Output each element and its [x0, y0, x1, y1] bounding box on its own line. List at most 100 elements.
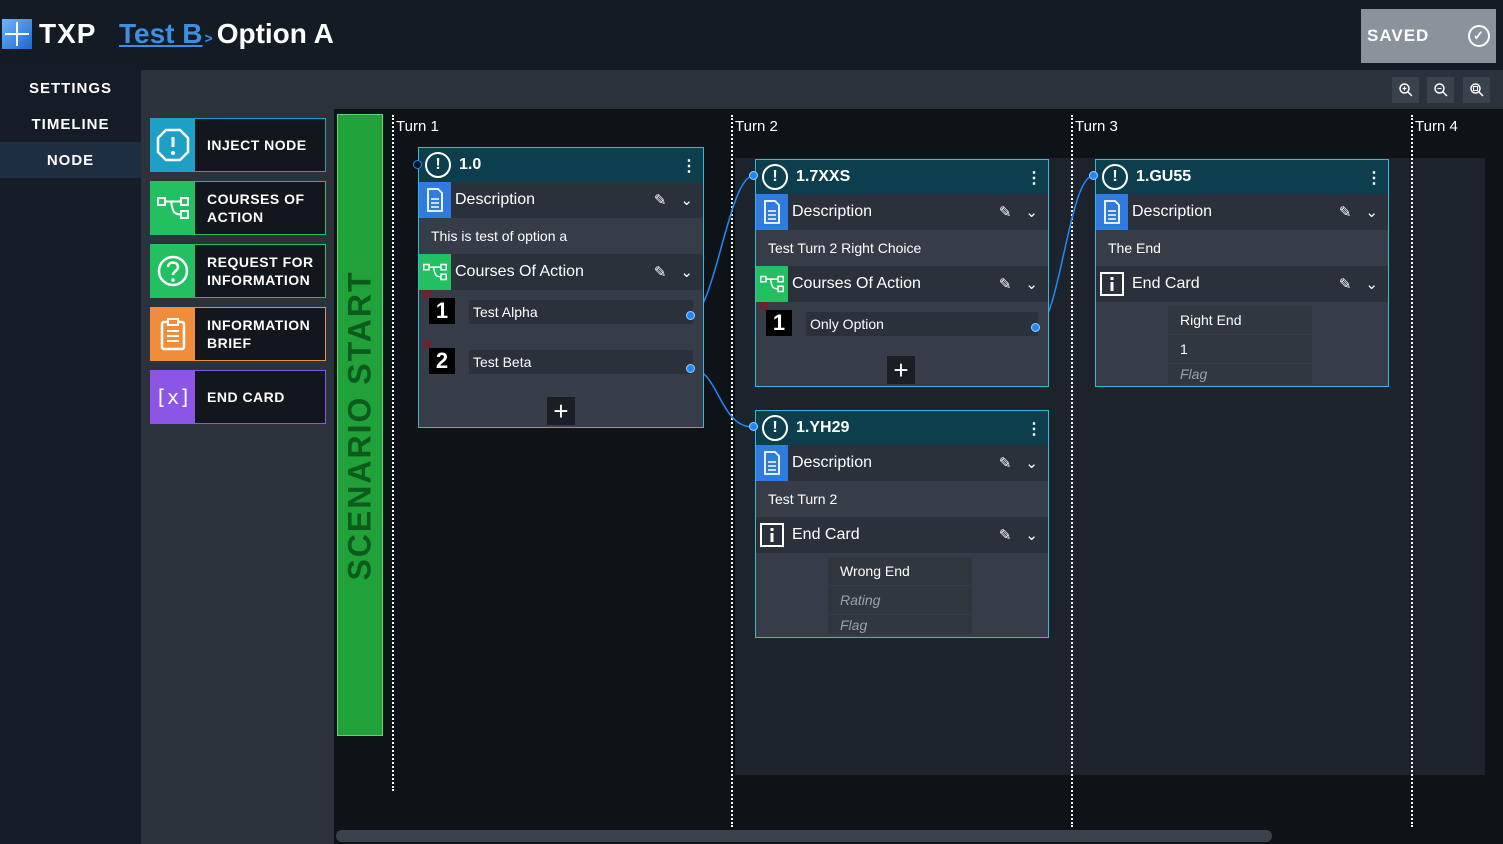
remove-option-icon[interactable]: [423, 340, 431, 348]
node-header: ! 1.7XXS ⋮: [756, 160, 1048, 194]
chevron-down-icon[interactable]: ⌄: [680, 263, 693, 281]
info-icon: [756, 517, 788, 553]
edit-icon[interactable]: ✎: [1339, 203, 1352, 221]
edit-icon[interactable]: ✎: [999, 203, 1012, 221]
palette-label: END CARD: [207, 389, 285, 405]
node-input-port[interactable]: [413, 160, 422, 169]
node-header: ! 1.YH29 ⋮: [756, 411, 1048, 445]
chevron-down-icon[interactable]: ⌄: [1025, 203, 1038, 221]
option-number: 1: [429, 298, 455, 324]
edit-icon[interactable]: ✎: [654, 191, 667, 209]
node-input-port[interactable]: [749, 422, 758, 431]
chevron-down-icon[interactable]: ⌄: [1365, 275, 1378, 293]
node-input-port[interactable]: [1089, 171, 1098, 180]
canvas-toolbar: [141, 70, 1503, 109]
breadcrumb-separator: >: [204, 30, 213, 46]
end-card-fields: Right End 1 Flag: [1096, 302, 1388, 384]
node-input-port[interactable]: [749, 171, 758, 180]
document-icon: [1096, 194, 1128, 230]
palette-label-line2: INFORMATION: [207, 272, 311, 288]
palette-information-brief[interactable]: INFORMATION BRIEF: [150, 307, 326, 361]
inject-node-1-gu55[interactable]: ! 1.GU55 ⋮ Description ✎ ⌄ The End End Ca…: [1095, 159, 1389, 387]
zoom-fit-button[interactable]: [1463, 77, 1490, 103]
node-id: 1.YH29: [796, 419, 850, 436]
nav-settings[interactable]: SETTINGS: [0, 70, 141, 106]
node-output-port[interactable]: [686, 364, 695, 373]
chevron-down-icon[interactable]: ⌄: [1025, 526, 1038, 544]
option-number: 1: [766, 310, 792, 336]
edit-icon[interactable]: ✎: [654, 263, 667, 281]
palette-courses-of-action[interactable]: COURSES OF ACTION: [150, 181, 326, 235]
node-menu-button[interactable]: ⋮: [1026, 419, 1042, 439]
description-text: The End: [1096, 230, 1388, 266]
node-id: 1.GU55: [1136, 168, 1192, 185]
option-label: Only Option: [806, 312, 1038, 336]
alert-icon: !: [425, 152, 451, 178]
document-icon: [756, 194, 788, 230]
saved-status-button[interactable]: SAVED ✓: [1361, 9, 1496, 63]
inject-node-1-yh29[interactable]: ! 1.YH29 ⋮ Description ✎ ⌄ Test Turn 2 En…: [755, 410, 1049, 638]
palette-end-card[interactable]: [x] END CARD: [150, 370, 326, 424]
alert-icon: !: [762, 164, 788, 190]
saved-label: SAVED: [1367, 26, 1430, 45]
horizontal-scrollbar[interactable]: [336, 830, 1272, 842]
add-option-button[interactable]: +: [887, 355, 915, 385]
edit-icon[interactable]: ✎: [999, 526, 1012, 544]
edit-icon[interactable]: ✎: [999, 454, 1012, 472]
palette-inject-node[interactable]: INJECT NODE: [150, 118, 326, 172]
node-output-port[interactable]: [1031, 323, 1040, 332]
section-title: Description: [792, 203, 873, 220]
alert-icon: !: [1102, 164, 1128, 190]
section-title: End Card: [1132, 275, 1200, 292]
palette-label: INJECT NODE: [207, 137, 307, 153]
app-logo[interactable]: TXP: [2, 18, 96, 50]
remove-option-icon[interactable]: [760, 302, 768, 310]
coa-section-header: Courses Of Action ✎ ⌄: [756, 266, 1048, 302]
breadcrumb-parent-link[interactable]: Test B: [119, 18, 203, 50]
end-card-rating: Rating: [828, 586, 972, 614]
palette-label-line1: REQUEST FOR: [207, 254, 314, 270]
node-header: ! 1.GU55 ⋮: [1096, 160, 1388, 194]
zoom-in-button[interactable]: [1392, 77, 1419, 103]
coa-option[interactable]: 1 Only Option: [756, 302, 1048, 352]
end-card-fields: Wrong End Rating Flag: [756, 553, 1048, 635]
chevron-down-icon[interactable]: ⌄: [1365, 203, 1378, 221]
coa-section-header: Courses Of Action ✎ ⌄: [419, 254, 703, 290]
option-label: Test Alpha: [469, 300, 693, 324]
nav-node[interactable]: NODE: [0, 142, 141, 178]
chevron-down-icon[interactable]: ⌄: [1025, 275, 1038, 293]
node-output-port[interactable]: [686, 311, 695, 320]
palette-label-line2: ACTION: [207, 209, 264, 225]
palette-request-for-information[interactable]: REQUEST FOR INFORMATION: [150, 244, 326, 298]
section-title: Description: [1132, 203, 1213, 220]
branch-icon: [756, 266, 788, 302]
inject-node-1-0[interactable]: ! 1.0 ⋮ Description ✎ ⌄ This is test of o…: [418, 147, 704, 428]
description-text: Test Turn 2 Right Choice: [756, 230, 1048, 266]
chevron-down-icon[interactable]: ⌄: [680, 191, 693, 209]
end-card-flag: Flag: [828, 615, 972, 635]
node-menu-button[interactable]: ⋮: [1026, 168, 1042, 188]
end-card-title: Wrong End: [828, 557, 972, 585]
end-card-title: Right End: [1168, 306, 1312, 334]
zoom-out-icon: [1433, 83, 1448, 97]
nav-timeline[interactable]: TIMELINE: [0, 106, 141, 142]
edit-icon[interactable]: ✎: [999, 275, 1012, 293]
left-nav: SETTINGS TIMELINE NODE: [0, 70, 141, 844]
option-number: 2: [429, 348, 455, 374]
node-id: 1.0: [459, 156, 482, 173]
palette-label-line1: INFORMATION: [207, 317, 311, 333]
logo-icon: [2, 19, 32, 49]
node-header: ! 1.0 ⋮: [419, 148, 703, 182]
node-menu-button[interactable]: ⋮: [1366, 168, 1382, 188]
chevron-down-icon[interactable]: ⌄: [1025, 454, 1038, 472]
add-option-button[interactable]: +: [547, 396, 575, 426]
edit-icon[interactable]: ✎: [1339, 275, 1352, 293]
coa-option[interactable]: 2 Test Beta: [419, 340, 703, 390]
coa-option[interactable]: 1 Test Alpha: [419, 290, 703, 340]
inject-node-1-7xxs[interactable]: ! 1.7XXS ⋮ Description ✎ ⌄ Test Turn 2 Ri…: [755, 159, 1049, 387]
remove-option-icon[interactable]: [423, 290, 431, 298]
timeline-canvas[interactable]: SCENARIO START Turn 1 Turn 2 Turn 3 Turn…: [334, 109, 1503, 844]
node-menu-button[interactable]: ⋮: [681, 156, 697, 176]
zoom-fit-icon: [1469, 83, 1484, 97]
zoom-out-button[interactable]: [1427, 77, 1454, 103]
